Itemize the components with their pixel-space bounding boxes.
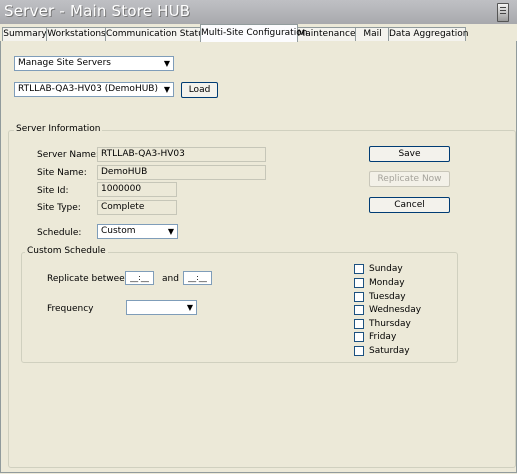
wednesday-checkbox[interactable] [354, 305, 364, 315]
replicate-between-label: Replicate between [47, 274, 131, 284]
chevron-down-icon: ▼ [163, 59, 170, 68]
title-bar: Server - Main Store HUB [0, 0, 517, 24]
tab-data-aggregation[interactable]: Data Aggregation [388, 27, 468, 41]
tab-workstations[interactable]: Workstations [46, 27, 107, 41]
tab-summary[interactable]: Summary [2, 27, 48, 41]
thursday-checkbox[interactable] [354, 319, 364, 329]
frequency-select[interactable]: ▼ [126, 300, 197, 315]
site-type-label: Site Type: [37, 203, 81, 213]
cancel-button[interactable]: Cancel [369, 197, 450, 213]
schedule-label: Schedule: [37, 228, 82, 238]
chevron-down-icon: ▼ [163, 85, 170, 94]
tab-strip: Summary Workstations Communication Statu… [0, 24, 517, 42]
server-name-field: RTLLAB-QA3-HV03 [97, 147, 266, 162]
saturday-checkbox[interactable] [354, 346, 364, 356]
sunday-label: Sunday [369, 264, 403, 274]
tuesday-checkbox[interactable] [354, 292, 364, 302]
schedule-select-value: Custom [101, 226, 136, 236]
server-icon [497, 3, 509, 22]
end-time-input[interactable]: __:__ [183, 271, 212, 285]
frequency-label: Frequency [47, 304, 94, 314]
friday-checkbox[interactable] [354, 332, 364, 342]
server-select[interactable]: RTLLAB-QA3-HV03 (DemoHUB) ▼ [14, 82, 174, 97]
mode-select[interactable]: Manage Site Servers ▼ [14, 56, 174, 71]
site-id-label: Site Id: [37, 186, 69, 196]
tab-mail[interactable]: Mail [355, 27, 390, 41]
monday-label: Monday [369, 278, 405, 288]
load-button[interactable]: Load [181, 82, 218, 98]
site-name-field: DemoHUB [97, 165, 266, 180]
and-label: and [162, 274, 179, 284]
replicate-now-button[interactable]: Replicate Now [369, 171, 450, 187]
friday-label: Friday [369, 332, 397, 342]
tab-communication-status[interactable]: Communication Status [105, 27, 208, 41]
server-name-label: Server Name: [37, 150, 99, 160]
site-type-field: Complete [97, 200, 177, 215]
chevron-down-icon: ▼ [167, 227, 174, 236]
tuesday-label: Tuesday [369, 292, 406, 302]
chevron-down-icon: ▼ [186, 303, 193, 312]
mode-select-value: Manage Site Servers [18, 58, 111, 68]
schedule-select[interactable]: Custom ▼ [97, 224, 178, 239]
window-title: Server - Main Store HUB [4, 2, 191, 20]
monday-checkbox[interactable] [354, 278, 364, 288]
site-name-label: Site Name: [37, 168, 87, 178]
server-select-value: RTLLAB-QA3-HV03 (DemoHUB) [18, 84, 158, 94]
save-button[interactable]: Save [369, 146, 450, 162]
saturday-label: Saturday [369, 346, 410, 356]
site-id-field: 1000000 [97, 182, 177, 197]
wednesday-label: Wednesday [369, 305, 422, 315]
thursday-label: Thursday [369, 319, 411, 329]
start-time-input[interactable]: __:__ [125, 271, 154, 285]
server-information-label: Server Information [14, 124, 103, 134]
tab-multi-site-configuration[interactable]: Multi-Site Configuration [200, 24, 307, 42]
sunday-checkbox[interactable] [354, 264, 364, 274]
custom-schedule-label: Custom Schedule [25, 246, 108, 256]
